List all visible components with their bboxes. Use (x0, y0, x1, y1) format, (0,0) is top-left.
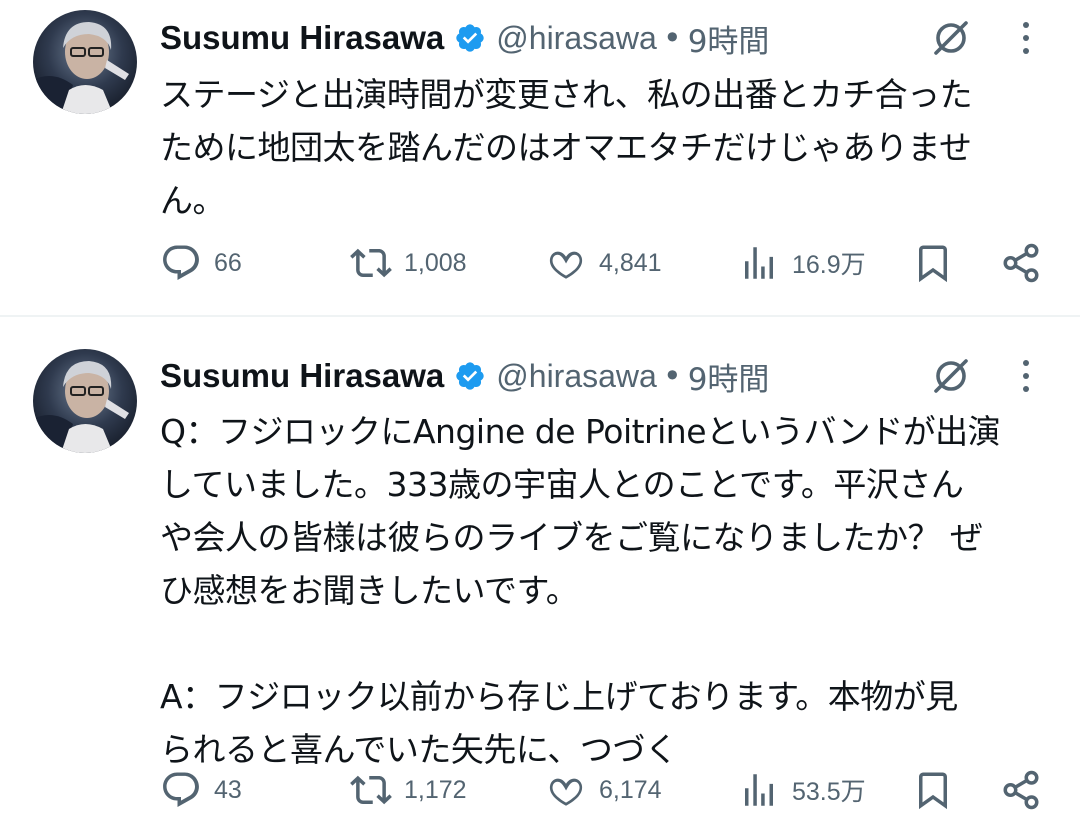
views-button[interactable]: 16.9万 (738, 238, 866, 288)
like-button[interactable]: 6,174 (545, 765, 662, 815)
share-icon (1003, 770, 1039, 810)
avatar[interactable] (33, 10, 137, 114)
repost-count: 1,172 (404, 775, 467, 804)
tweet-header: Susumu Hirasawa @hirasawa • 9時間 (160, 354, 769, 398)
reply-icon (163, 772, 199, 807)
author-handle[interactable]: @hirasawa (496, 20, 657, 57)
action-bar: 66 1,008 4,841 16.9万 (160, 238, 1050, 288)
tweet-header: Susumu Hirasawa @hirasawa • 9時間 (160, 16, 769, 60)
like-count: 4,841 (599, 248, 662, 277)
grok-icon[interactable] (930, 355, 972, 397)
more-icon[interactable] (1012, 356, 1040, 396)
views-icon (745, 774, 773, 806)
share-icon (1003, 243, 1039, 283)
views-count: 53.5万 (792, 778, 866, 806)
like-count: 6,174 (599, 775, 662, 804)
verified-badge-icon (456, 362, 484, 390)
like-button[interactable]: 4,841 (545, 238, 662, 288)
avatar[interactable] (33, 349, 137, 453)
tweet[interactable]: Susumu Hirasawa @hirasawa • 9時間 Q：フジロックに… (0, 317, 1080, 827)
author-name[interactable]: Susumu Hirasawa (160, 19, 444, 57)
repost-button[interactable]: 1,008 (350, 238, 467, 288)
timestamp[interactable]: 9時間 (688, 16, 770, 61)
tweet-text: ステージと出演時間が変更され、私の出番とカチ合った ために地団太を踏んだのはオマ… (160, 75, 973, 220)
reply-count: 66 (214, 248, 242, 277)
timestamp[interactable]: 9時間 (688, 354, 770, 399)
repost-button[interactable]: 1,172 (350, 765, 467, 815)
verified-badge-icon (456, 24, 484, 52)
share-button[interactable] (1000, 238, 1042, 288)
like-icon (549, 251, 583, 279)
repost-icon (350, 775, 392, 805)
separator-dot: • (662, 19, 682, 57)
reply-icon (163, 245, 199, 280)
author-name[interactable]: Susumu Hirasawa (160, 357, 444, 395)
reply-button[interactable]: 66 (160, 238, 242, 288)
bookmark-button[interactable] (912, 238, 954, 288)
bookmark-icon (919, 772, 947, 810)
views-button[interactable]: 53.5万 (738, 765, 866, 815)
reply-count: 43 (214, 775, 242, 804)
action-bar: 43 1,172 6,174 53.5万 (160, 765, 1050, 815)
views-icon (745, 247, 773, 279)
repost-count: 1,008 (404, 248, 467, 277)
bookmark-icon (919, 245, 947, 283)
share-button[interactable] (1000, 765, 1042, 815)
repost-icon (350, 248, 392, 278)
reply-button[interactable]: 43 (160, 765, 242, 815)
tweet-text: Q：フジロックにAngine de Poitrineというバンドが出演 していま… (160, 412, 1001, 769)
like-icon (549, 778, 583, 806)
tweet[interactable]: Susumu Hirasawa @hirasawa • 9時間 ステージと出演時… (0, 0, 1080, 316)
avatar-photo (33, 10, 137, 114)
author-handle[interactable]: @hirasawa (496, 358, 657, 395)
avatar-photo (33, 349, 137, 453)
grok-icon[interactable] (930, 17, 972, 59)
more-icon[interactable] (1012, 18, 1040, 58)
separator-dot: • (662, 357, 682, 395)
views-count: 16.9万 (792, 251, 866, 279)
bookmark-button[interactable] (912, 765, 954, 815)
